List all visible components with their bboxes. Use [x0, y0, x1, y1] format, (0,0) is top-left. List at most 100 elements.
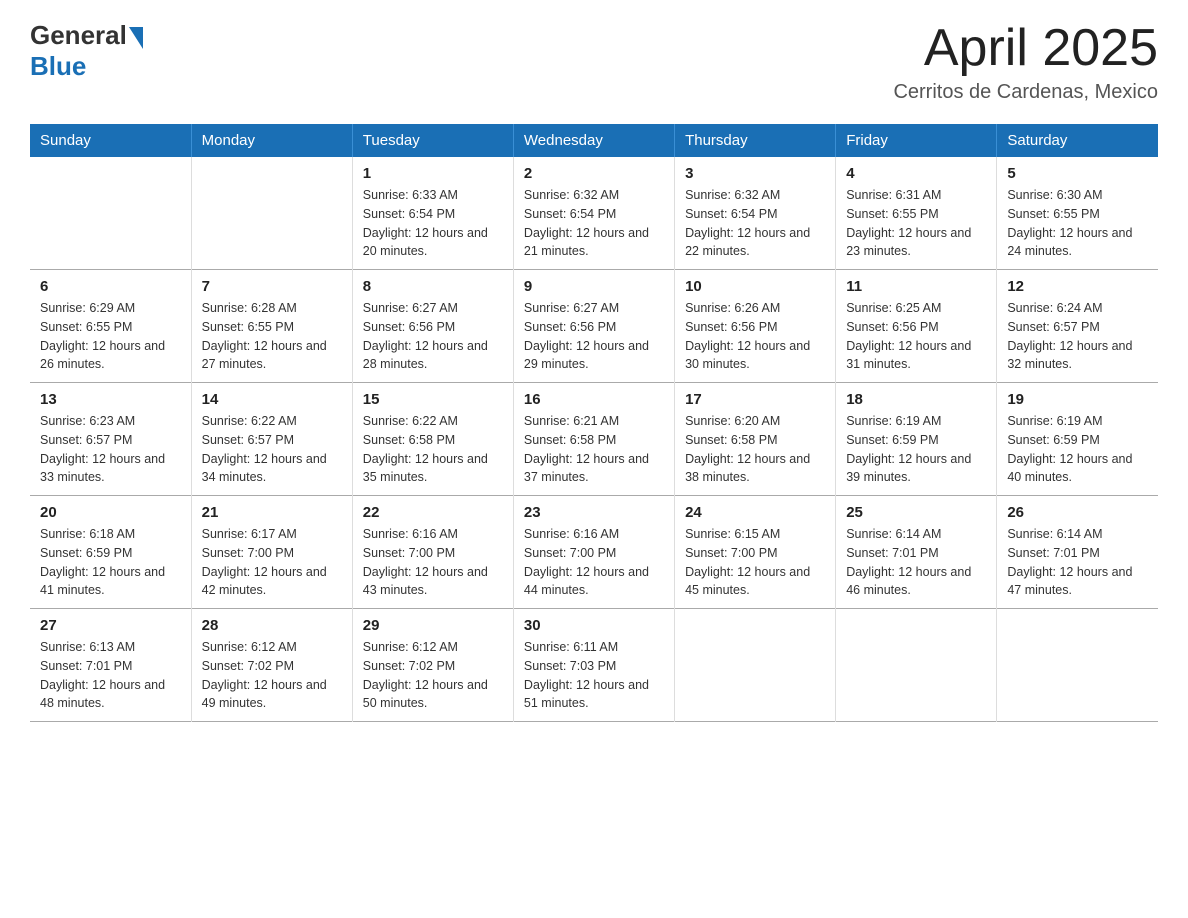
day-number: 15	[363, 391, 503, 408]
day-number: 24	[685, 504, 825, 521]
day-number: 30	[524, 617, 664, 634]
day-number: 13	[40, 391, 181, 408]
day-number: 27	[40, 617, 181, 634]
day-info: Sunrise: 6:20 AMSunset: 6:58 PMDaylight:…	[685, 412, 825, 487]
day-info: Sunrise: 6:29 AMSunset: 6:55 PMDaylight:…	[40, 299, 181, 374]
page-header: General Blue April 2025 Cerritos de Card…	[30, 20, 1158, 104]
day-number: 2	[524, 165, 664, 182]
calendar-cell: 18 Sunrise: 6:19 AMSunset: 6:59 PMDayligh…	[836, 383, 997, 496]
calendar-day-header: Friday	[836, 124, 997, 157]
day-number: 11	[846, 278, 986, 295]
calendar-week-row: 20 Sunrise: 6:18 AMSunset: 6:59 PMDayligh…	[30, 496, 1158, 609]
calendar-cell: 16 Sunrise: 6:21 AMSunset: 6:58 PMDayligh…	[513, 383, 674, 496]
title-block: April 2025 Cerritos de Cardenas, Mexico	[893, 20, 1158, 104]
day-info: Sunrise: 6:32 AMSunset: 6:54 PMDaylight:…	[685, 186, 825, 261]
day-info: Sunrise: 6:28 AMSunset: 6:55 PMDaylight:…	[202, 299, 342, 374]
calendar-cell: 25 Sunrise: 6:14 AMSunset: 7:01 PMDayligh…	[836, 496, 997, 609]
calendar-cell: 29Sunrise: 6:12 AMSunset: 7:02 PMDayligh…	[352, 609, 513, 722]
calendar-cell	[30, 157, 191, 270]
calendar-cell: 5 Sunrise: 6:30 AMSunset: 6:55 PMDaylight…	[997, 157, 1158, 270]
calendar-cell: 13 Sunrise: 6:23 AMSunset: 6:57 PMDayligh…	[30, 383, 191, 496]
day-info: Sunrise: 6:32 AMSunset: 6:54 PMDaylight:…	[524, 186, 664, 261]
day-number: 5	[1007, 165, 1148, 182]
calendar-cell: 26 Sunrise: 6:14 AMSunset: 7:01 PMDayligh…	[997, 496, 1158, 609]
calendar-cell: 10 Sunrise: 6:26 AMSunset: 6:56 PMDayligh…	[675, 270, 836, 383]
calendar-cell: 22 Sunrise: 6:16 AMSunset: 7:00 PMDayligh…	[352, 496, 513, 609]
day-number: 25	[846, 504, 986, 521]
calendar-cell: 20 Sunrise: 6:18 AMSunset: 6:59 PMDayligh…	[30, 496, 191, 609]
day-info: Sunrise: 6:22 AMSunset: 6:57 PMDaylight:…	[202, 412, 342, 487]
day-info: Sunrise: 6:27 AMSunset: 6:56 PMDaylight:…	[363, 299, 503, 374]
calendar-day-header: Wednesday	[513, 124, 674, 157]
day-number: 6	[40, 278, 181, 295]
calendar-table: SundayMondayTuesdayWednesdayThursdayFrid…	[30, 124, 1158, 722]
calendar-cell: 15 Sunrise: 6:22 AMSunset: 6:58 PMDayligh…	[352, 383, 513, 496]
calendar-week-row: 27Sunrise: 6:13 AMSunset: 7:01 PMDayligh…	[30, 609, 1158, 722]
calendar-cell: 17 Sunrise: 6:20 AMSunset: 6:58 PMDayligh…	[675, 383, 836, 496]
calendar-cell: 2 Sunrise: 6:32 AMSunset: 6:54 PMDaylight…	[513, 157, 674, 270]
calendar-cell	[836, 609, 997, 722]
calendar-cell: 21 Sunrise: 6:17 AMSunset: 7:00 PMDayligh…	[191, 496, 352, 609]
day-number: 19	[1007, 391, 1148, 408]
day-number: 29	[363, 617, 503, 634]
calendar-cell: 30Sunrise: 6:11 AMSunset: 7:03 PMDayligh…	[513, 609, 674, 722]
page-title: April 2025	[893, 20, 1158, 77]
calendar-header-row: SundayMondayTuesdayWednesdayThursdayFrid…	[30, 124, 1158, 157]
day-number: 3	[685, 165, 825, 182]
day-number: 26	[1007, 504, 1148, 521]
day-number: 18	[846, 391, 986, 408]
calendar-cell: 8 Sunrise: 6:27 AMSunset: 6:56 PMDaylight…	[352, 270, 513, 383]
calendar-cell: 24 Sunrise: 6:15 AMSunset: 7:00 PMDayligh…	[675, 496, 836, 609]
day-info: Sunrise: 6:18 AMSunset: 6:59 PMDaylight:…	[40, 525, 181, 600]
day-info: Sunrise: 6:31 AMSunset: 6:55 PMDaylight:…	[846, 186, 986, 261]
day-info: Sunrise: 6:14 AMSunset: 7:01 PMDaylight:…	[846, 525, 986, 600]
calendar-cell: 23 Sunrise: 6:16 AMSunset: 7:00 PMDayligh…	[513, 496, 674, 609]
day-number: 20	[40, 504, 181, 521]
day-info: Sunrise: 6:15 AMSunset: 7:00 PMDaylight:…	[685, 525, 825, 600]
day-number: 9	[524, 278, 664, 295]
day-info: Sunrise: 6:26 AMSunset: 6:56 PMDaylight:…	[685, 299, 825, 374]
calendar-day-header: Thursday	[675, 124, 836, 157]
day-info: Sunrise: 6:30 AMSunset: 6:55 PMDaylight:…	[1007, 186, 1148, 261]
calendar-cell: 6 Sunrise: 6:29 AMSunset: 6:55 PMDaylight…	[30, 270, 191, 383]
logo-blue: Blue	[30, 51, 143, 82]
calendar-cell: 4 Sunrise: 6:31 AMSunset: 6:55 PMDaylight…	[836, 157, 997, 270]
day-info: Sunrise: 6:16 AMSunset: 7:00 PMDaylight:…	[363, 525, 503, 600]
calendar-day-header: Tuesday	[352, 124, 513, 157]
calendar-cell	[191, 157, 352, 270]
calendar-cell: 28Sunrise: 6:12 AMSunset: 7:02 PMDayligh…	[191, 609, 352, 722]
day-info: Sunrise: 6:14 AMSunset: 7:01 PMDaylight:…	[1007, 525, 1148, 600]
day-info: Sunrise: 6:25 AMSunset: 6:56 PMDaylight:…	[846, 299, 986, 374]
calendar-week-row: 1 Sunrise: 6:33 AMSunset: 6:54 PMDaylight…	[30, 157, 1158, 270]
calendar-week-row: 13 Sunrise: 6:23 AMSunset: 6:57 PMDayligh…	[30, 383, 1158, 496]
calendar-cell: 11 Sunrise: 6:25 AMSunset: 6:56 PMDayligh…	[836, 270, 997, 383]
calendar-cell: 12Sunrise: 6:24 AMSunset: 6:57 PMDayligh…	[997, 270, 1158, 383]
day-number: 4	[846, 165, 986, 182]
day-number: 1	[363, 165, 503, 182]
calendar-cell: 1 Sunrise: 6:33 AMSunset: 6:54 PMDaylight…	[352, 157, 513, 270]
day-info: Sunrise: 6:16 AMSunset: 7:00 PMDaylight:…	[524, 525, 664, 600]
calendar-cell: 27Sunrise: 6:13 AMSunset: 7:01 PMDayligh…	[30, 609, 191, 722]
day-info: Sunrise: 6:17 AMSunset: 7:00 PMDaylight:…	[202, 525, 342, 600]
calendar-cell: 19 Sunrise: 6:19 AMSunset: 6:59 PMDayligh…	[997, 383, 1158, 496]
day-info: Sunrise: 6:24 AMSunset: 6:57 PMDaylight:…	[1007, 299, 1148, 374]
day-number: 21	[202, 504, 342, 521]
day-number: 22	[363, 504, 503, 521]
day-info: Sunrise: 6:19 AMSunset: 6:59 PMDaylight:…	[1007, 412, 1148, 487]
calendar-cell	[997, 609, 1158, 722]
day-info: Sunrise: 6:21 AMSunset: 6:58 PMDaylight:…	[524, 412, 664, 487]
day-info: Sunrise: 6:22 AMSunset: 6:58 PMDaylight:…	[363, 412, 503, 487]
day-number: 16	[524, 391, 664, 408]
day-info: Sunrise: 6:23 AMSunset: 6:57 PMDaylight:…	[40, 412, 181, 487]
logo-general: General	[30, 20, 127, 51]
calendar-cell: 14 Sunrise: 6:22 AMSunset: 6:57 PMDayligh…	[191, 383, 352, 496]
day-number: 10	[685, 278, 825, 295]
day-number: 14	[202, 391, 342, 408]
day-number: 23	[524, 504, 664, 521]
day-number: 8	[363, 278, 503, 295]
day-info: Sunrise: 6:33 AMSunset: 6:54 PMDaylight:…	[363, 186, 503, 261]
day-info: Sunrise: 6:19 AMSunset: 6:59 PMDaylight:…	[846, 412, 986, 487]
logo-triangle-icon	[129, 27, 143, 49]
calendar-week-row: 6 Sunrise: 6:29 AMSunset: 6:55 PMDaylight…	[30, 270, 1158, 383]
day-number: 17	[685, 391, 825, 408]
